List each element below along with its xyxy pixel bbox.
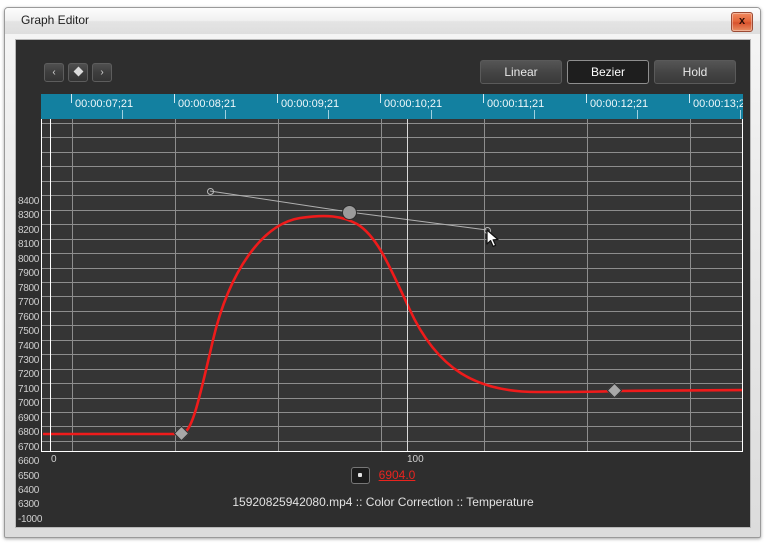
interpolation-bezier-button[interactable]: Bezier xyxy=(567,60,649,84)
interpolation-button-group: Linear Bezier Hold xyxy=(480,60,736,84)
ruler-major-tick xyxy=(174,94,175,103)
y-axis-tick-label: 8000 xyxy=(18,253,41,265)
ruler-tick-label: 00:00:08;21 xyxy=(178,98,237,110)
prev-keyframe-button[interactable]: ‹ xyxy=(44,63,64,82)
value-keyframe-toggle[interactable] xyxy=(350,466,370,484)
bezier-handle-endpoint[interactable] xyxy=(206,187,214,195)
curve-plot-canvas[interactable] xyxy=(42,119,742,451)
ruler-minor-mark xyxy=(740,110,741,119)
ruler-minor-mark xyxy=(637,110,638,119)
timecode-ruler[interactable]: 00:00:07;21 00:00:08;21 00:00:09;21 00:00:1… xyxy=(41,94,743,119)
keyframe-dot-icon xyxy=(357,472,362,477)
bezier-handle-endpoint[interactable] xyxy=(483,226,491,234)
interpolation-hold-button[interactable]: Hold xyxy=(654,60,736,84)
y-axis-tick-label: 7800 xyxy=(18,282,41,294)
bezier-handle-line[interactable] xyxy=(348,211,488,231)
y-axis-tick-label: 6800 xyxy=(18,427,41,439)
ruler-tick-label: 00:00:12;21 xyxy=(590,98,649,110)
next-keyframe-button[interactable]: › xyxy=(92,63,112,82)
add-keyframe-button[interactable] xyxy=(68,63,88,82)
graph-editor-toolbar: ‹ › Linear Bezier Hold xyxy=(16,40,750,90)
ruler-major-tick xyxy=(689,94,690,103)
ruler-tick-label: 00:00:09;21 xyxy=(281,98,340,110)
ruler-minor-mark xyxy=(122,110,123,119)
y-axis-tick-label: 7700 xyxy=(18,297,41,309)
ruler-major-tick xyxy=(380,94,381,103)
y-axis-tick-label: 7400 xyxy=(18,340,41,352)
playhead-line[interactable] xyxy=(407,119,408,451)
y-axis-tick-label: 8400 xyxy=(18,196,41,207)
ruler-minor-mark xyxy=(431,110,432,119)
ruler-tick-label: 00:00:11;21 xyxy=(487,98,545,110)
graph-editor-window: Graph Editor x ‹ › Linear Bezier Hold 00… xyxy=(4,7,761,538)
chevron-right-icon: › xyxy=(100,67,104,78)
chevron-left-icon: ‹ xyxy=(52,67,56,78)
ruler-tick-label: 00:00:07;21 xyxy=(75,98,134,110)
current-value-field[interactable]: 6904.0 xyxy=(379,468,416,482)
y-axis-tick-label: 8300 xyxy=(18,210,41,222)
animation-curve-path xyxy=(43,214,742,436)
ruler-major-tick xyxy=(71,94,72,103)
close-icon: x xyxy=(738,15,746,27)
bezier-handle-line[interactable] xyxy=(209,190,350,213)
y-axis-tick-label: 7600 xyxy=(18,311,41,323)
window-titlebar[interactable]: Graph Editor x xyxy=(5,8,760,34)
y-axis-tick-label: 8200 xyxy=(18,224,41,236)
ruler-minor-mark xyxy=(225,110,226,119)
diamond-icon xyxy=(73,66,83,77)
y-axis-tick-label: 7200 xyxy=(18,369,41,381)
y-axis-tick-label: 6700 xyxy=(18,441,41,453)
graph-editor-body: ‹ › Linear Bezier Hold 00:00:07;21 00:00:… xyxy=(15,39,751,528)
ruler-major-tick xyxy=(277,94,278,103)
animation-curve-svg xyxy=(43,190,742,436)
ruler-minor-mark xyxy=(534,110,535,119)
keyframe-nav-group: ‹ › xyxy=(44,63,112,82)
y-axis-tick-label: 7300 xyxy=(18,354,41,366)
current-value-row: 6904.0 xyxy=(16,464,750,486)
interpolation-linear-button[interactable]: Linear xyxy=(480,60,562,84)
y-axis-tick-label: 6900 xyxy=(18,412,41,424)
ruler-tick-label: 00:00:13;21 xyxy=(693,98,743,110)
ruler-major-tick xyxy=(483,94,484,103)
curve-plot-area[interactable] xyxy=(41,119,743,452)
y-axis-line xyxy=(50,119,51,452)
y-axis-tick-label: 7900 xyxy=(18,268,41,280)
y-axis-tick-label: 7100 xyxy=(18,383,41,395)
status-breadcrumb: 15920825942080.mp4 :: Color Correction :… xyxy=(232,495,534,509)
y-axis-tick-label: 7000 xyxy=(18,398,41,410)
keyframe-selected[interactable] xyxy=(341,204,357,220)
window-title: Graph Editor xyxy=(21,13,90,27)
ruler-tick-label: 00:00:10;21 xyxy=(384,98,443,110)
close-button[interactable]: x xyxy=(731,12,753,32)
ruler-major-tick xyxy=(586,94,587,103)
y-axis-tick-label: 8100 xyxy=(18,239,41,251)
ruler-minor-mark xyxy=(328,110,329,119)
y-axis-tick-label: 7500 xyxy=(18,326,41,338)
y-axis-tick-label: -1000 xyxy=(18,513,44,525)
